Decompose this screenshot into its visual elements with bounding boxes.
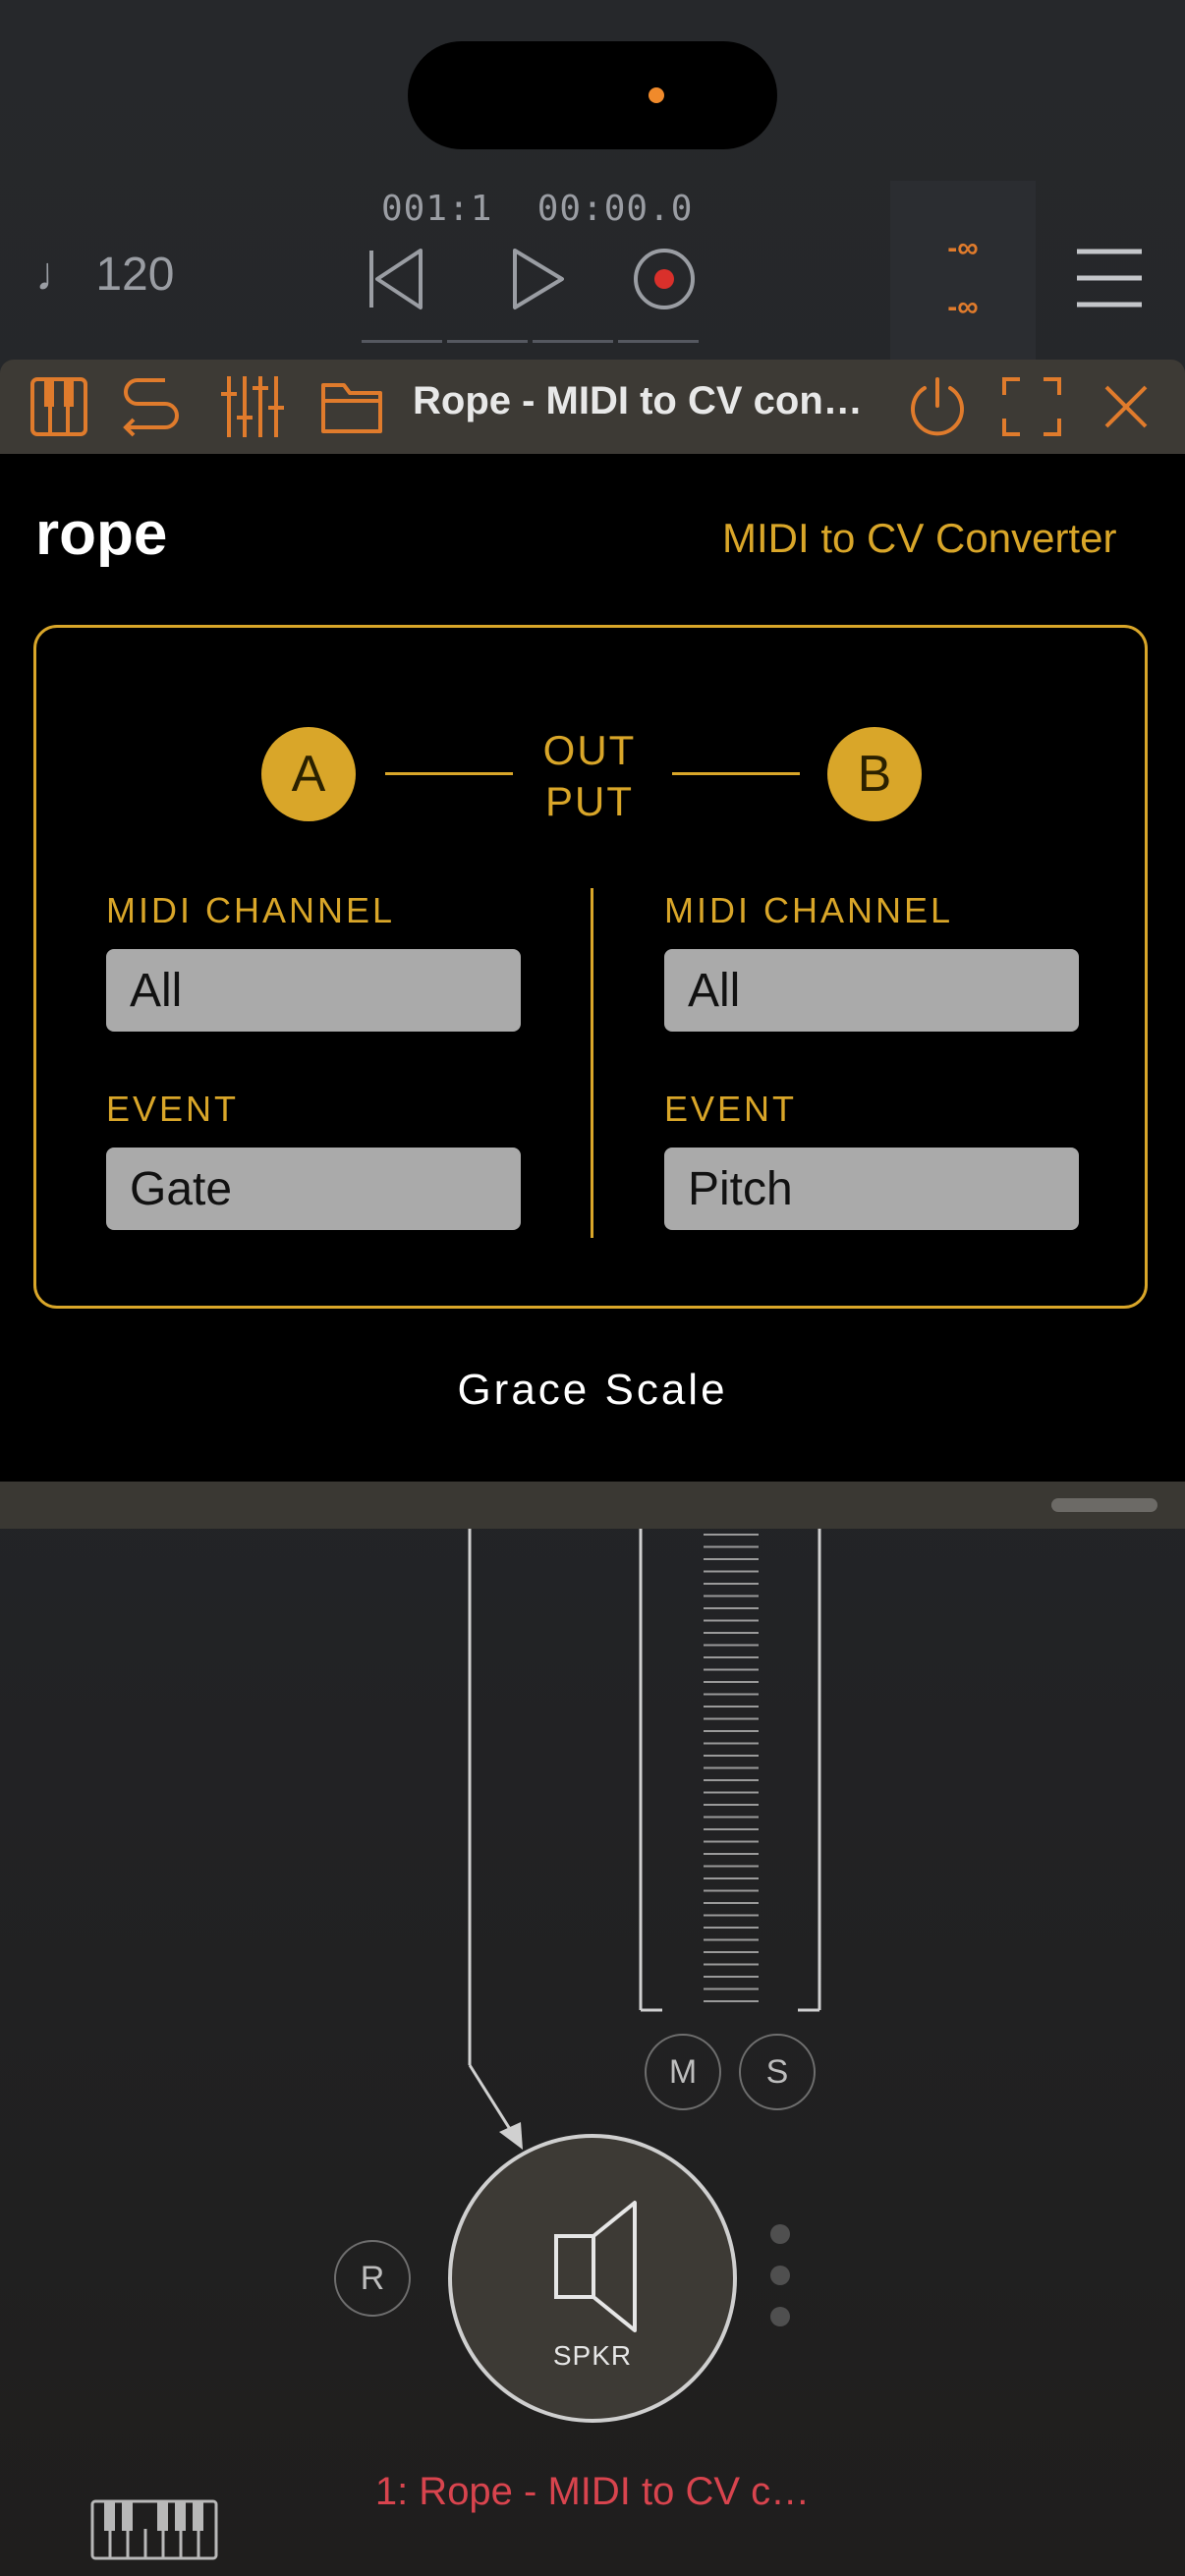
patch-cable[interactable]: [468, 1529, 523, 2150]
record-arm-button[interactable]: R: [334, 2240, 411, 2317]
speaker-node[interactable]: [448, 2134, 737, 2423]
node-menu-dot[interactable]: [770, 2266, 790, 2285]
node-menu-dot[interactable]: [770, 2307, 790, 2326]
solo-button[interactable]: S: [739, 2034, 816, 2110]
piano-keyboard-icon: [90, 2499, 218, 2560]
node-menu-dot[interactable]: [770, 2224, 790, 2244]
speaker-icon: [554, 2201, 637, 2332]
mute-button[interactable]: M: [645, 2034, 721, 2110]
volume-fader[interactable]: [639, 1529, 821, 2012]
speaker-label: SPKR: [552, 2340, 633, 2371]
fader-scale: [704, 1534, 759, 2002]
keyboard-button[interactable]: [90, 2499, 218, 2560]
